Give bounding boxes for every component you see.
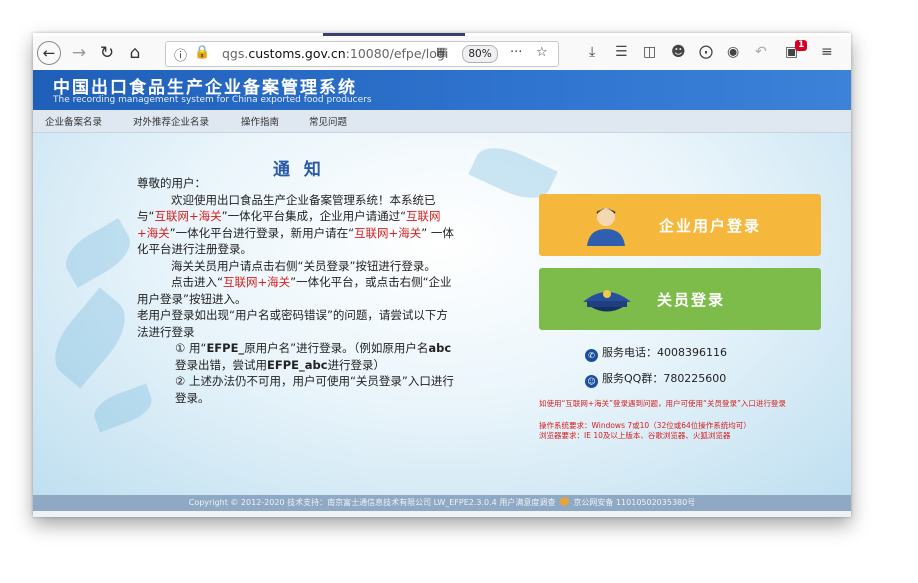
notice-paragraph-6: ② 上述办法仍不可用，用户可使用“关员登录”入口进行登录。 (175, 374, 454, 405)
back-icon[interactable]: ← (37, 41, 61, 65)
notice-paragraph-4: 老用户登录如出现“用户名或密码错误”的问题，请尝试以下方法进行登录 (137, 308, 448, 339)
notice-body: 尊敬的用户： 欢迎使用出口食品生产企业备案管理系统！本系统已与“互联网+海关”一… (137, 175, 459, 406)
notice-paragraph-2: 海关关员用户请点击右侧“关员登录”按钮进行登录。 (171, 258, 436, 273)
url-bar[interactable]: ⓘ 🔒 qgs.customs.gov.cn:10080/efpe/logi ▦… (165, 41, 559, 67)
sidebar-icon[interactable]: ◫ (643, 44, 656, 60)
enterprise-user-icon (587, 208, 625, 246)
notification-badge: 1 (795, 40, 808, 51)
site-nav: 企业备案名录 对外推荐企业名录 操作指南 常见问题 (33, 110, 851, 133)
undo-icon[interactable]: ↶ (755, 44, 767, 60)
footer-license[interactable]: 京公网安备 11010502035380号 (573, 498, 695, 507)
download-icon[interactable]: ⤓ (589, 44, 595, 60)
notice-paragraph-5: ① 用“EFPE_原用户名”进行登录。（例如原用户名abc登录出错，尝试用EFP… (175, 341, 452, 372)
enterprise-login-label: 企业用户登录 (659, 217, 762, 235)
footer-copyright: Copyright © 2012-2020 技术支持：南京富士通信息技术有限公司… (188, 498, 556, 507)
qq-icon: ☺ (585, 375, 598, 388)
police-badge-icon (559, 497, 569, 506)
nav-faq[interactable]: 常见问题 (309, 114, 347, 128)
os-requirement-note: 操作系统要求：Windows 7或10（32位或64位操作系统均可） (539, 421, 751, 430)
decor-leaf (41, 287, 139, 389)
library-icon[interactable]: ☰ (615, 44, 628, 60)
reload-icon[interactable]: ↻ (95, 41, 119, 65)
officer-login-button[interactable]: 关员登录 (539, 268, 821, 330)
nav-guide[interactable]: 操作指南 (241, 114, 279, 128)
page-actions-icon[interactable]: ··· (510, 45, 522, 60)
site-footer: Copyright © 2012-2020 技术支持：南京富士通信息技术有限公司… (33, 495, 851, 511)
decor-leaf (57, 218, 139, 288)
enterprise-login-button[interactable]: 企业用户登录 (539, 194, 821, 256)
login-problem-note: 如使用“互联网+海关”登录遇到问题，用户可使用“关员登录”入口进行登录 (539, 399, 786, 408)
info-icon[interactable]: ⓘ (174, 45, 187, 64)
insecure-lock-icon[interactable]: 🔒 (194, 45, 210, 60)
qr-icon[interactable]: ▦ (436, 45, 446, 58)
service-qq: ☺ 服务QQ群：780225600 (585, 370, 726, 388)
status-bar (33, 511, 851, 517)
nav-enterprise-list[interactable]: 企业备案名录 (45, 114, 102, 128)
chat-icon[interactable]: ◉ (727, 44, 739, 60)
main-content: 通 知 尊敬的用户： 欢迎使用出口食品生产企业备案管理系统！本系统已与“互联网+… (33, 133, 851, 495)
menu-icon[interactable]: ≡ (821, 44, 833, 60)
site-header: 中国出口食品生产企业备案管理系统 The recording managemen… (33, 70, 851, 110)
officer-cap-icon (583, 290, 631, 312)
browser-window: ← → ↻ ⌂ ⓘ 🔒 qgs.customs.gov.cn:10080/efp… (33, 33, 851, 517)
screenshot-icon[interactable]: ⨀ (699, 44, 713, 60)
browser-requirement-note: 浏览器要求：IE 10及以上版本、谷歌浏览器、火狐浏览器 (539, 431, 731, 440)
url-text: qgs.customs.gov.cn:10080/efpe/logi (222, 46, 449, 61)
home-icon[interactable]: ⌂ (123, 41, 147, 65)
zoom-indicator[interactable]: 80% (462, 45, 498, 63)
phone-icon: ✆ (585, 349, 598, 362)
forward-icon[interactable]: → (67, 41, 91, 65)
account-icon[interactable]: ☻ (671, 44, 686, 60)
browser-toolbar: ← → ↻ ⌂ ⓘ 🔒 qgs.customs.gov.cn:10080/efp… (33, 36, 851, 71)
site-subtitle: The recording management system for Chin… (53, 95, 372, 105)
notice-paragraph-3: 点击进入“互联网+海关”一体化平台，或点击右侧“企业用户登录”按钮进入。 (137, 275, 452, 306)
notice-greeting: 尊敬的用户： (137, 176, 206, 190)
bookmark-star-icon[interactable]: ☆ (536, 45, 548, 60)
officer-login-label: 关员登录 (657, 291, 726, 309)
nav-recommended-list[interactable]: 对外推荐企业名录 (133, 114, 209, 128)
notice-paragraph-1: 欢迎使用出口食品生产企业备案管理系统！本系统已与“互联网+海关”一体化平台集成，… (137, 192, 454, 257)
service-phone: ✆ 服务电话：4008396116 (585, 344, 727, 362)
